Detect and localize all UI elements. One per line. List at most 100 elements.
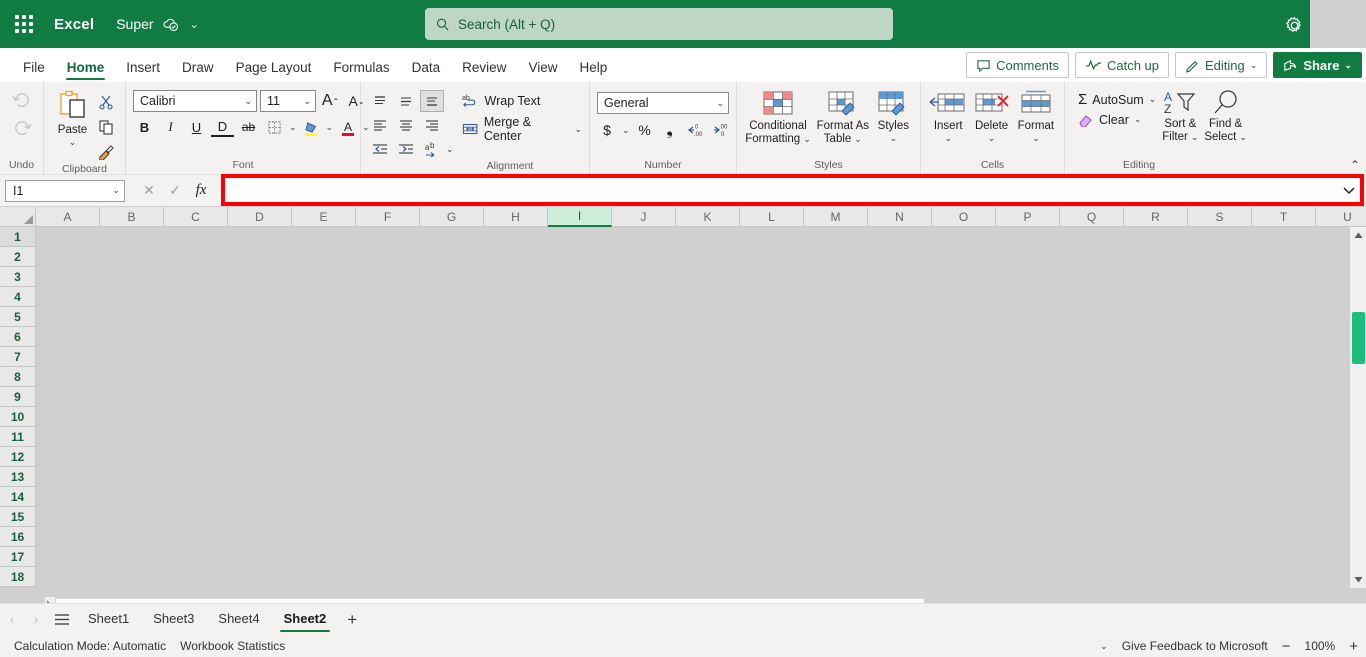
sheet-tab-sheet1[interactable]: Sheet1 xyxy=(76,606,141,633)
tab-data[interactable]: Data xyxy=(401,56,452,82)
orientation-button[interactable]: a b xyxy=(420,138,444,160)
row-header-18[interactable]: 18 xyxy=(0,567,36,587)
sheet-tab-sheet2[interactable]: Sheet2 xyxy=(272,606,339,633)
increase-decimal-button[interactable]: 0 .00 xyxy=(685,119,705,141)
cut-button[interactable] xyxy=(94,91,118,113)
column-header-M[interactable]: M xyxy=(804,207,868,227)
column-header-Q[interactable]: Q xyxy=(1060,207,1124,227)
share-button[interactable]: Share ⌄ xyxy=(1273,52,1362,78)
tab-page-layout[interactable]: Page Layout xyxy=(225,56,323,82)
delete-cells-button[interactable]: Delete ⌄ xyxy=(970,85,1012,144)
tab-draw[interactable]: Draw xyxy=(171,56,225,82)
row-header-5[interactable]: 5 xyxy=(0,307,36,327)
column-header-D[interactable]: D xyxy=(228,207,292,227)
file-name[interactable]: Super xyxy=(116,16,153,32)
vertical-scrollbar[interactable] xyxy=(1349,227,1366,588)
collapse-ribbon-chevron-up-icon[interactable]: ⌃ xyxy=(1350,158,1360,172)
autosave-cloud-icon[interactable] xyxy=(162,15,180,33)
column-header-K[interactable]: K xyxy=(676,207,740,227)
font-family-select[interactable]: Calibri ⌄ xyxy=(133,90,257,112)
column-header-O[interactable]: O xyxy=(932,207,996,227)
workbook-statistics-status[interactable]: Workbook Statistics xyxy=(180,639,285,653)
column-header-J[interactable]: J xyxy=(612,207,676,227)
align-left-button[interactable] xyxy=(368,114,392,136)
percent-format-button[interactable]: % xyxy=(635,119,655,141)
insert-function-button[interactable]: fx xyxy=(189,180,213,202)
redo-button[interactable] xyxy=(10,117,34,139)
accounting-format-button[interactable]: $ xyxy=(597,119,617,141)
row-header-3[interactable]: 3 xyxy=(0,267,36,287)
expand-formula-bar-chevron-down-icon[interactable] xyxy=(1338,178,1360,202)
double-underline-button[interactable]: D xyxy=(211,117,234,137)
row-header-16[interactable]: 16 xyxy=(0,527,36,547)
merge-center-button[interactable]: Merge & Center ⌄ xyxy=(462,115,582,143)
row-header-6[interactable]: 6 xyxy=(0,327,36,347)
row-header-7[interactable]: 7 xyxy=(0,347,36,367)
status-options-chevron-down-icon[interactable]: ⌄ xyxy=(1100,641,1108,652)
find-select-button[interactable]: Find & Select ⌄ xyxy=(1204,85,1247,143)
wrap-text-button[interactable]: ab Wrap Text xyxy=(462,93,582,109)
decrease-decimal-button[interactable]: .00 0 xyxy=(710,119,730,141)
row-header-8[interactable]: 8 xyxy=(0,367,36,387)
column-header-H[interactable]: H xyxy=(484,207,548,227)
format-as-table-button[interactable]: Format As Table ⌄ xyxy=(816,85,870,145)
search-input[interactable]: Search (Alt + Q) xyxy=(425,8,893,40)
undo-button[interactable] xyxy=(10,89,34,111)
tab-file[interactable]: File xyxy=(12,56,56,82)
name-box[interactable]: I1 ⌄ xyxy=(5,179,125,202)
comma-format-button[interactable]: ❟ xyxy=(660,119,680,141)
column-header-N[interactable]: N xyxy=(868,207,932,227)
tab-formulas[interactable]: Formulas xyxy=(322,56,400,82)
tab-home[interactable]: Home xyxy=(56,56,116,82)
tab-help[interactable]: Help xyxy=(568,56,618,82)
tab-review[interactable]: Review xyxy=(451,56,517,82)
row-header-1[interactable]: 1 xyxy=(0,227,36,247)
underline-button[interactable]: U xyxy=(185,116,208,138)
zoom-level[interactable]: 100% xyxy=(1305,639,1336,653)
sort-filter-button[interactable]: A Z Sort & Filter ⌄ xyxy=(1162,85,1198,143)
row-header-9[interactable]: 9 xyxy=(0,387,36,407)
scroll-up-button[interactable] xyxy=(1350,227,1366,244)
column-header-E[interactable]: E xyxy=(292,207,356,227)
file-menu-chevron-down-icon[interactable]: ⌄ xyxy=(190,18,199,31)
column-header-P[interactable]: P xyxy=(996,207,1060,227)
fill-color-chevron-down-icon[interactable]: ⌄ xyxy=(326,122,334,133)
row-header-10[interactable]: 10 xyxy=(0,407,36,427)
column-header-B[interactable]: B xyxy=(100,207,164,227)
increase-indent-button[interactable] xyxy=(394,138,418,160)
format-cells-button[interactable]: Format ⌄ xyxy=(1015,85,1057,144)
app-launcher-icon[interactable] xyxy=(0,0,48,48)
add-sheet-button[interactable]: + xyxy=(338,607,366,633)
paste-button[interactable]: Paste ⌄ xyxy=(51,85,94,148)
sheet-tab-sheet4[interactable]: Sheet4 xyxy=(206,606,271,633)
format-painter-button[interactable] xyxy=(94,141,118,163)
row-header-12[interactable]: 12 xyxy=(0,447,36,467)
column-header-C[interactable]: C xyxy=(164,207,228,227)
column-header-F[interactable]: F xyxy=(356,207,420,227)
bottom-align-button[interactable] xyxy=(420,90,444,112)
copy-button[interactable] xyxy=(94,116,118,138)
grow-font-button[interactable]: A ⌃ xyxy=(319,90,342,112)
tab-view[interactable]: View xyxy=(517,56,568,82)
column-header-R[interactable]: R xyxy=(1124,207,1188,227)
row-header-15[interactable]: 15 xyxy=(0,507,36,527)
clear-button[interactable]: Clear ⌄ xyxy=(1078,112,1156,127)
autosum-button[interactable]: Σ AutoSum ⌄ xyxy=(1078,91,1156,108)
italic-button[interactable]: I xyxy=(159,116,182,138)
row-header-13[interactable]: 13 xyxy=(0,467,36,487)
column-header-U[interactable]: U xyxy=(1316,207,1366,227)
comments-button[interactable]: Comments xyxy=(966,52,1069,78)
column-header-G[interactable]: G xyxy=(420,207,484,227)
row-header-4[interactable]: 4 xyxy=(0,287,36,307)
grid-canvas[interactable] xyxy=(36,227,1366,600)
font-size-select[interactable]: 11 ⌄ xyxy=(260,90,316,112)
conditional-formatting-button[interactable]: Conditional Formatting ⌄ xyxy=(744,85,812,145)
bold-button[interactable]: B xyxy=(133,116,156,138)
settings-gear-icon[interactable] xyxy=(1281,12,1307,38)
middle-align-button[interactable] xyxy=(394,90,418,112)
accounting-chevron-down-icon[interactable]: ⌄ xyxy=(622,125,630,136)
cancel-entry-button[interactable]: ✕ xyxy=(137,180,161,202)
column-header-I[interactable]: I xyxy=(548,207,612,227)
strikethrough-button[interactable]: ab xyxy=(237,116,260,138)
confirm-entry-button[interactable]: ✓ xyxy=(163,180,187,202)
